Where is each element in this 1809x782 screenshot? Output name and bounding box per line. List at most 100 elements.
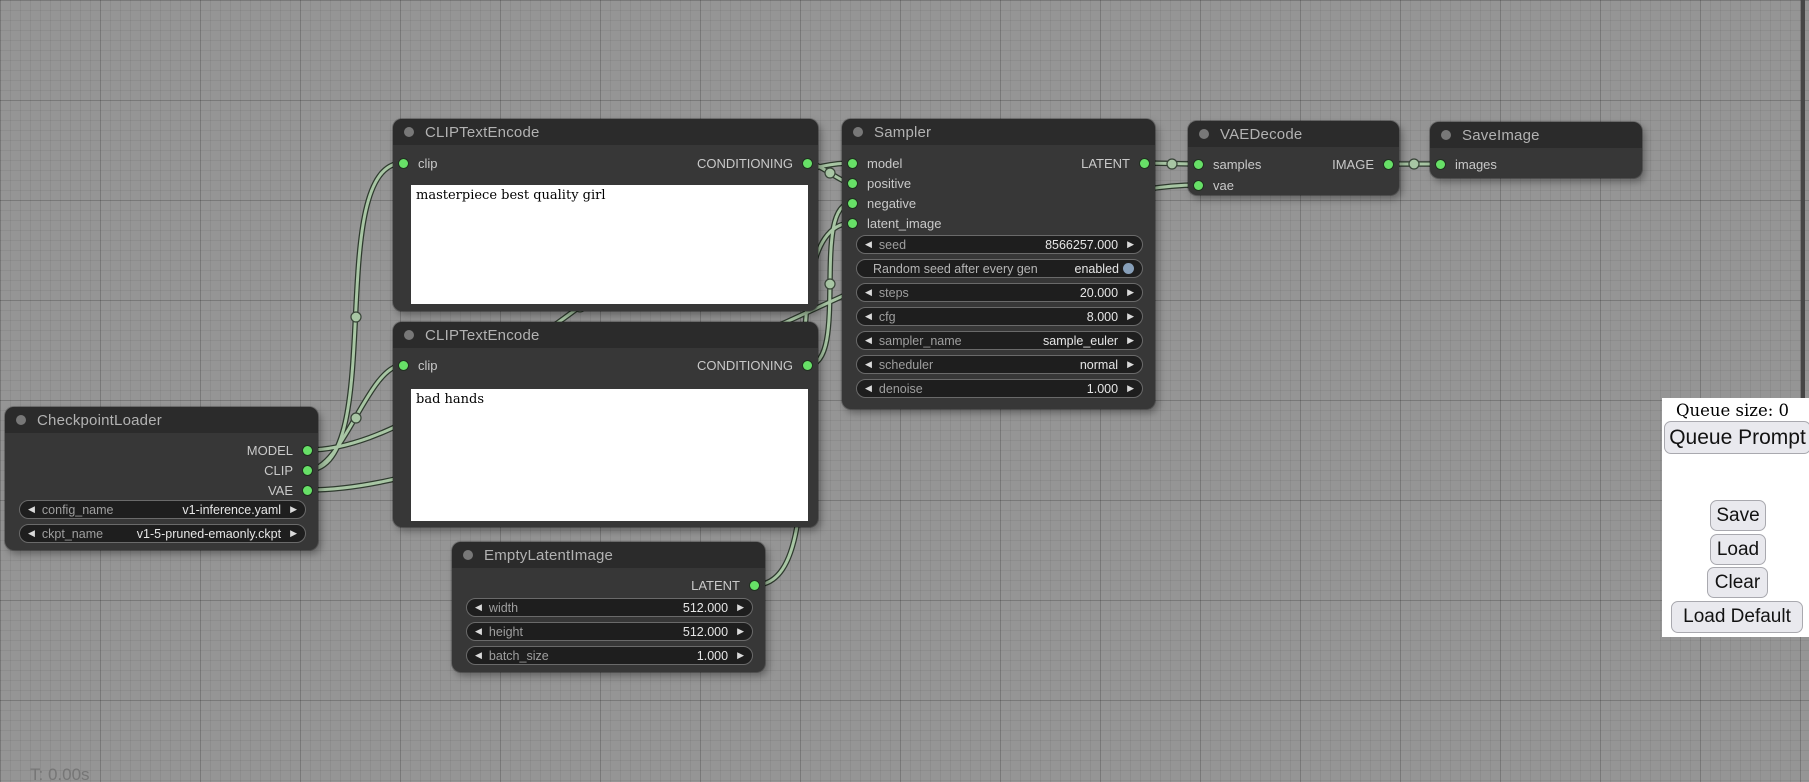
toggle-dot-icon[interactable]: [1123, 263, 1134, 274]
collapse-dot-icon[interactable]: [404, 330, 414, 340]
slot-dot-icon[interactable]: [750, 581, 759, 590]
decrement-arrow-icon[interactable]: ◀: [28, 528, 35, 539]
slot-dot-icon[interactable]: [399, 159, 408, 168]
slot-dot-icon[interactable]: [399, 361, 408, 370]
collapse-dot-icon[interactable]: [853, 127, 863, 137]
widget-batch-size[interactable]: ◀ batch_size 1.000 ▶: [466, 646, 753, 665]
negative-prompt-textarea[interactable]: bad hands: [411, 389, 808, 521]
decrement-arrow-icon[interactable]: ◀: [28, 504, 35, 515]
output-slot-conditioning[interactable]: CONDITIONING: [697, 357, 812, 373]
widget-scheduler[interactable]: ◀ scheduler normal ▶: [856, 355, 1143, 374]
increment-arrow-icon[interactable]: ▶: [1127, 383, 1134, 394]
node-title-bar[interactable]: SaveImage: [1430, 122, 1642, 148]
slot-dot-icon[interactable]: [1194, 181, 1203, 190]
input-slot-negative[interactable]: negative: [848, 195, 916, 211]
node-title-bar[interactable]: CheckpointLoader: [5, 407, 318, 433]
decrement-arrow-icon[interactable]: ◀: [865, 383, 872, 394]
increment-arrow-icon[interactable]: ▶: [1127, 311, 1134, 322]
decrement-arrow-icon[interactable]: ◀: [865, 359, 872, 370]
slot-dot-icon[interactable]: [303, 486, 312, 495]
output-slot-vae[interactable]: VAE: [268, 482, 312, 498]
increment-arrow-icon[interactable]: ▶: [290, 504, 297, 515]
slot-dot-icon[interactable]: [1194, 160, 1203, 169]
node-title-bar[interactable]: CLIPTextEncode: [393, 322, 818, 348]
node-vae-decode[interactable]: VAEDecode samples vae IMAGE: [1188, 121, 1399, 195]
output-slot-latent[interactable]: LATENT: [691, 577, 759, 593]
slot-dot-icon[interactable]: [1140, 159, 1149, 168]
node-clip-text-encode-negative[interactable]: CLIPTextEncode clip CONDITIONING bad han…: [393, 322, 818, 527]
slot-dot-icon[interactable]: [803, 159, 812, 168]
widget-steps[interactable]: ◀ steps 20.000 ▶: [856, 283, 1143, 302]
slot-dot-icon[interactable]: [848, 199, 857, 208]
widget-seed[interactable]: ◀ seed 8566257.000 ▶: [856, 235, 1143, 254]
node-title-bar[interactable]: EmptyLatentImage: [452, 542, 765, 568]
collapse-dot-icon[interactable]: [16, 415, 26, 425]
clear-button[interactable]: Clear: [1707, 567, 1768, 598]
widget-sampler-name[interactable]: ◀ sampler_name sample_euler ▶: [856, 331, 1143, 350]
increment-arrow-icon[interactable]: ▶: [1127, 359, 1134, 370]
node-empty-latent-image[interactable]: EmptyLatentImage LATENT ◀ width 512.000 …: [452, 542, 765, 672]
slot-dot-icon[interactable]: [848, 219, 857, 228]
decrement-arrow-icon[interactable]: ◀: [475, 626, 482, 637]
decrement-arrow-icon[interactable]: ◀: [475, 602, 482, 613]
input-slot-clip[interactable]: clip: [399, 155, 438, 171]
output-slot-image[interactable]: IMAGE: [1332, 156, 1393, 172]
vertical-scrollbar[interactable]: [1801, 0, 1805, 398]
output-slot-latent[interactable]: LATENT: [1081, 155, 1149, 171]
load-default-button[interactable]: Load Default: [1671, 601, 1803, 633]
input-slot-model[interactable]: model: [848, 155, 902, 171]
node-clip-text-encode-positive[interactable]: CLIPTextEncode clip CONDITIONING masterp…: [393, 119, 818, 311]
graph-canvas[interactable]: T: 0.00s CheckpointLoader MODEL CLIP VAE…: [0, 0, 1809, 782]
input-slot-positive[interactable]: positive: [848, 175, 911, 191]
decrement-arrow-icon[interactable]: ◀: [865, 239, 872, 250]
node-title-bar[interactable]: Sampler: [842, 119, 1155, 145]
input-slot-vae[interactable]: vae: [1194, 177, 1234, 193]
widget-width[interactable]: ◀ width 512.000 ▶: [466, 598, 753, 617]
widget-ckpt-name[interactable]: ◀ ckpt_name v1-5-pruned-emaonly.ckpt ▶: [19, 524, 306, 543]
slot-dot-icon[interactable]: [1384, 160, 1393, 169]
slot-label: MODEL: [247, 443, 293, 458]
input-slot-clip[interactable]: clip: [399, 357, 438, 373]
collapse-dot-icon[interactable]: [463, 550, 473, 560]
collapse-dot-icon[interactable]: [1441, 130, 1451, 140]
input-slot-samples[interactable]: samples: [1194, 156, 1261, 172]
node-sampler[interactable]: Sampler model positive negative latent_i…: [842, 119, 1155, 409]
increment-arrow-icon[interactable]: ▶: [737, 602, 744, 613]
slot-dot-icon[interactable]: [848, 159, 857, 168]
increment-arrow-icon[interactable]: ▶: [1127, 287, 1134, 298]
input-slot-latent-image[interactable]: latent_image: [848, 215, 941, 231]
increment-arrow-icon[interactable]: ▶: [1127, 239, 1134, 250]
widget-height[interactable]: ◀ height 512.000 ▶: [466, 622, 753, 641]
collapse-dot-icon[interactable]: [404, 127, 414, 137]
decrement-arrow-icon[interactable]: ◀: [865, 287, 872, 298]
increment-arrow-icon[interactable]: ▶: [290, 528, 297, 539]
output-slot-clip[interactable]: CLIP: [264, 462, 312, 478]
decrement-arrow-icon[interactable]: ◀: [475, 650, 482, 661]
widget-config-name[interactable]: ◀ config_name v1-inference.yaml ▶: [19, 500, 306, 519]
decrement-arrow-icon[interactable]: ◀: [865, 311, 872, 322]
output-slot-conditioning[interactable]: CONDITIONING: [697, 155, 812, 171]
output-slot-model[interactable]: MODEL: [247, 442, 312, 458]
increment-arrow-icon[interactable]: ▶: [737, 650, 744, 661]
positive-prompt-textarea[interactable]: masterpiece best quality girl: [411, 185, 808, 304]
decrement-arrow-icon[interactable]: ◀: [865, 335, 872, 346]
collapse-dot-icon[interactable]: [1199, 129, 1209, 139]
save-button[interactable]: Save: [1710, 500, 1766, 531]
slot-dot-icon[interactable]: [303, 466, 312, 475]
slot-dot-icon[interactable]: [848, 179, 857, 188]
node-title-bar[interactable]: VAEDecode: [1188, 121, 1399, 147]
input-slot-images[interactable]: images: [1436, 156, 1497, 172]
queue-prompt-button[interactable]: Queue Prompt: [1664, 421, 1809, 454]
widget-denoise[interactable]: ◀ denoise 1.000 ▶: [856, 379, 1143, 398]
slot-dot-icon[interactable]: [1436, 160, 1445, 169]
slot-dot-icon[interactable]: [303, 446, 312, 455]
increment-arrow-icon[interactable]: ▶: [737, 626, 744, 637]
node-checkpoint-loader[interactable]: CheckpointLoader MODEL CLIP VAE ◀ config…: [5, 407, 318, 550]
load-button[interactable]: Load: [1710, 534, 1766, 565]
widget-random-seed-toggle[interactable]: Random seed after every gen enabled: [856, 259, 1143, 278]
widget-cfg[interactable]: ◀ cfg 8.000 ▶: [856, 307, 1143, 326]
slot-dot-icon[interactable]: [803, 361, 812, 370]
node-title-bar[interactable]: CLIPTextEncode: [393, 119, 818, 145]
node-save-image[interactable]: SaveImage images: [1430, 122, 1642, 178]
increment-arrow-icon[interactable]: ▶: [1127, 335, 1134, 346]
